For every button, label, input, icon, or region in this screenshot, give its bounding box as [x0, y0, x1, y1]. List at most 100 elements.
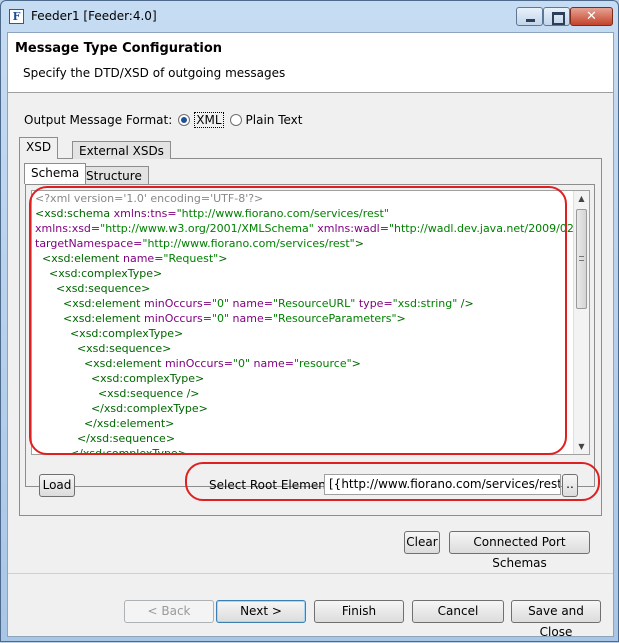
next-button[interactable]: Next > — [216, 600, 306, 623]
root-element-browse-button[interactable]: .. — [562, 474, 578, 497]
title-bar[interactable]: F Feeder1 [Feeder:4.0] ✕ — [1, 1, 618, 31]
maximize-button[interactable] — [543, 7, 570, 26]
schema-token: "resource" — [293, 357, 352, 370]
schema-token: <xsd:sequence /> — [35, 387, 200, 400]
root-element-field[interactable]: [{http://www.fiorano.com/services/rest}R… — [324, 474, 561, 495]
schema-token: > — [351, 357, 361, 370]
schema-line: </xsd:sequence> — [35, 431, 573, 446]
schema-token: "http://wadl.dev.java.net/2009/02" — [388, 222, 573, 235]
output-format-row: Output Message Format: XML Plain Text — [24, 111, 302, 129]
schema-line: <xsd:complexType> — [35, 326, 573, 341]
schema-token: name= — [123, 252, 164, 265]
scroll-grip-icon — [579, 256, 584, 261]
close-icon: ✕ — [586, 9, 597, 24]
schema-token: <xsd:schema — [35, 207, 114, 220]
schema-token: minOccurs= — [143, 312, 212, 325]
scroll-up-arrow-icon[interactable]: ▲ — [574, 191, 589, 206]
plain-text-radio-label[interactable]: Plain Text — [246, 113, 303, 127]
schema-token: "ResourceURL" — [272, 297, 356, 310]
schema-token: "0" — [211, 297, 230, 310]
schema-token: "http://www.fiorano.com/services/rest" — [176, 207, 389, 220]
schema-line: <xsd:sequence> — [35, 341, 573, 356]
schema-editor[interactable]: <?xml version='1.0' encoding='UTF-8'?> <x… — [31, 190, 590, 455]
schema-token: targetNamespace= — [35, 237, 143, 250]
window-title: Feeder1 [Feeder:4.0] — [31, 9, 157, 23]
back-button[interactable]: < Back — [124, 600, 214, 623]
schema-token: name= — [250, 357, 294, 370]
schema-token: <xsd:complexType> — [35, 267, 163, 280]
schema-tab-panel: <?xml version='1.0' encoding='UTF-8'?> <x… — [25, 184, 595, 487]
load-button[interactable]: Load — [39, 474, 75, 497]
schema-line: <xsd:complexType> — [35, 266, 573, 281]
schema-text[interactable]: <?xml version='1.0' encoding='UTF-8'?> <x… — [35, 191, 573, 454]
schema-token: > — [396, 312, 406, 325]
schema-token: </xsd:element> — [35, 417, 175, 430]
schema-token: <?xml version='1.0' encoding='UTF-8'?> — [35, 192, 264, 205]
editor-vertical-scrollbar[interactable]: ▲ ▼ — [573, 191, 589, 454]
schema-token: "ResourceParameters" — [272, 312, 397, 325]
dialog-client: Message Type Configuration Specify the D… — [7, 32, 614, 639]
schema-token: <xsd:element — [35, 297, 144, 310]
schema-line: <xsd:complexType> — [35, 371, 573, 386]
close-button[interactable]: ✕ — [570, 7, 613, 26]
schema-token: <xsd:element — [35, 312, 144, 325]
schema-line: <xsd:sequence /> — [35, 386, 573, 401]
schema-token: <xsd:sequence> — [35, 342, 172, 355]
schema-token: xmlns:xsd= — [35, 222, 101, 235]
page-title: Message Type Configuration — [15, 41, 223, 56]
schema-token: "http://www.w3.org/2001/XMLSchema" — [100, 222, 314, 235]
root-element-label: Select Root Element — [209, 478, 331, 492]
schema-line: <xsd:element name="Request"> — [35, 251, 573, 266]
schema-line: xmlns:xsd="http://www.w3.org/2001/XMLSch… — [35, 221, 573, 236]
tab-structure[interactable]: Structure — [79, 166, 149, 184]
footer-divider — [8, 573, 613, 574]
output-format-label: Output Message Format: — [24, 113, 173, 127]
schema-token: > — [218, 252, 228, 265]
schema-line: </xsd:complexType> — [35, 401, 573, 416]
schema-token: </xsd:complexType> — [35, 402, 208, 415]
save-and-close-button[interactable]: Save and Close — [511, 600, 601, 639]
clear-button[interactable]: Clear — [404, 531, 440, 554]
scroll-thumb[interactable] — [576, 209, 587, 309]
schema-line: <xsd:element minOccurs="0" name="resourc… — [35, 356, 573, 371]
xml-radio-label[interactable]: XML — [194, 112, 224, 128]
app-icon: F — [9, 9, 24, 24]
schema-line: <xsd:schema xmlns:tns="http://www.fioran… — [35, 206, 573, 221]
schema-token: type= — [355, 297, 393, 310]
schema-token: "Request" — [163, 252, 219, 265]
schema-token: xmlns:tns= — [113, 207, 177, 220]
schema-line: targetNamespace="http://www.fiorano.com/… — [35, 236, 573, 251]
plain-text-radio[interactable] — [229, 114, 242, 126]
schema-token: <xsd:complexType> — [35, 372, 205, 385]
tab-xsd[interactable]: XSD — [19, 137, 59, 159]
cancel-button[interactable]: Cancel — [412, 600, 504, 623]
schema-token: "0" — [211, 312, 230, 325]
schema-token: name= — [229, 312, 273, 325]
schema-token: minOccurs= — [143, 297, 212, 310]
tab-external-xsds[interactable]: External XSDs — [72, 141, 171, 159]
schema-line: <?xml version='1.0' encoding='UTF-8'?> — [35, 191, 573, 206]
schema-token: <xsd:element — [35, 357, 165, 370]
schema-line: </xsd:element> — [35, 416, 573, 431]
schema-token: "http://www.fiorano.com/services/rest" — [142, 237, 355, 250]
schema-token: /> — [457, 297, 474, 310]
page-subtitle: Specify the DTD/XSD of outgoing messages — [23, 66, 286, 80]
connected-port-schemas-button[interactable]: Connected Port Schemas — [449, 531, 590, 570]
minimize-button[interactable] — [516, 7, 543, 26]
schema-line: <xsd:element minOccurs="0" name="Resourc… — [35, 296, 573, 311]
scroll-down-arrow-icon[interactable]: ▼ — [574, 439, 589, 454]
schema-token: <xsd:sequence> — [35, 282, 151, 295]
finish-button[interactable]: Finish — [314, 600, 404, 623]
tab-schema[interactable]: Schema — [24, 163, 87, 184]
schema-token: xmlns:wadl= — [313, 222, 389, 235]
dialog-window: F Feeder1 [Feeder:4.0] ✕ Message Type Co… — [0, 0, 619, 642]
schema-token: > — [354, 237, 364, 250]
schema-token: "xsd:string" — [392, 297, 458, 310]
schema-token: minOccurs= — [164, 357, 233, 370]
wizard-header: Message Type Configuration Specify the D… — [8, 33, 613, 93]
schema-token: name= — [229, 297, 273, 310]
xsd-tab-panel: <?xml version='1.0' encoding='UTF-8'?> <x… — [19, 158, 602, 516]
xml-radio[interactable] — [178, 114, 191, 126]
schema-line: <xsd:sequence> — [35, 281, 573, 296]
schema-line: </xsd:complexType> — [35, 446, 573, 454]
